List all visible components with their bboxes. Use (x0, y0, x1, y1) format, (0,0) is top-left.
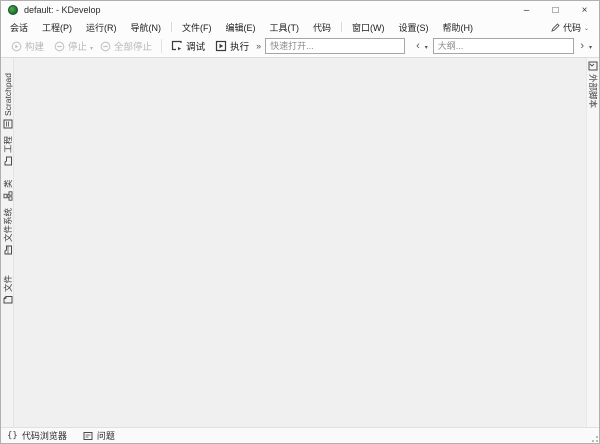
menu-code[interactable]: 代码 (306, 20, 338, 35)
menu-window[interactable]: 窗口(W) (345, 20, 392, 35)
scratchpad-icon (3, 119, 13, 129)
build-button[interactable]: 构建 (6, 37, 49, 55)
problems-icon (83, 431, 93, 441)
code-browser-toggle[interactable]: {} 代码浏览器 (7, 429, 67, 442)
menu-separator (341, 22, 342, 32)
sidebar-item-documents[interactable]: 文件 (1, 262, 14, 306)
menu-run[interactable]: 运行(R) (79, 20, 124, 35)
stop-all-button[interactable]: 全部停止 (95, 37, 157, 55)
workspace: Scratchpad 工程 类 (1, 57, 599, 429)
menu-navigation[interactable]: 导航(N) (124, 20, 169, 35)
toolbar-overflow-icon[interactable]: » (254, 41, 265, 51)
right-dock-bar: 外部脚本 (586, 58, 599, 429)
quick-open-input[interactable] (265, 38, 405, 54)
stop-all-label: 全部停止 (114, 39, 152, 53)
braces-icon: {} (7, 431, 18, 441)
code-tool-label: 代码 (563, 21, 581, 34)
resize-grip[interactable] (589, 433, 598, 442)
sidebar-item-label: 工程 (2, 136, 14, 153)
debug-icon (171, 40, 183, 52)
toolbar-separator (161, 39, 162, 53)
outline-back-button[interactable]: ‹ (413, 41, 423, 52)
outline-forward-caret-icon[interactable]: ▾ (587, 44, 594, 51)
stop-button[interactable]: 停止 (49, 37, 92, 55)
sidebar-item-label: 外部脚本 (588, 74, 600, 108)
menu-file[interactable]: 文件(F) (175, 20, 219, 35)
stop-icon (54, 41, 65, 52)
editor-area (14, 58, 586, 429)
menu-edit[interactable]: 编辑(E) (219, 20, 263, 35)
projects-icon (3, 156, 13, 166)
sidebar-item-scratchpad[interactable]: Scratchpad (1, 58, 14, 130)
kdevelop-logo-icon (8, 5, 18, 15)
sidebar-item-external-scripts[interactable]: 外部脚本 (587, 60, 600, 73)
sidebar-item-classes[interactable]: 类 (1, 174, 14, 202)
problems-toggle[interactable]: 问题 (83, 429, 115, 442)
build-icon (11, 41, 22, 52)
menu-tools[interactable]: 工具(T) (263, 20, 307, 35)
sidebar-item-projects[interactable]: 工程 (1, 134, 14, 167)
documents-icon (3, 295, 13, 305)
sidebar-item-label: 类 (2, 179, 14, 188)
menu-bar: 会话 工程(P) 运行(R) 导航(N) 文件(F) 编辑(E) 工具(T) 代… (1, 19, 599, 35)
menu-project[interactable]: 工程(P) (35, 20, 79, 35)
classes-icon (3, 191, 13, 201)
menu-help[interactable]: 帮助(H) (436, 20, 481, 35)
debug-label: 调试 (186, 39, 205, 53)
execute-button[interactable]: 执行 (210, 37, 254, 55)
window-title: default: - KDevelop (24, 5, 512, 15)
pencil-icon (551, 23, 560, 32)
window-controls: – □ × (512, 1, 599, 19)
sidebar-item-filesystem[interactable]: 文件系统 (1, 206, 14, 256)
code-tool-button[interactable]: 代码 ⌄ (551, 21, 597, 34)
problems-label: 问题 (97, 429, 115, 442)
sidebar-item-label: 文件系统 (2, 208, 14, 242)
debug-button[interactable]: 调试 (166, 37, 210, 55)
filesystem-icon (3, 245, 13, 255)
stop-all-icon (100, 41, 111, 52)
menu-settings[interactable]: 设置(S) (392, 20, 436, 35)
status-bar: {} 代码浏览器 问题 (1, 427, 599, 443)
build-label: 构建 (25, 39, 44, 53)
chevron-down-icon: ⌄ (584, 25, 589, 32)
outline-input[interactable] (433, 38, 575, 54)
sidebar-item-label: 文件 (2, 275, 14, 292)
title-bar: default: - KDevelop – □ × (1, 1, 599, 19)
menu-separator (171, 22, 172, 32)
maximize-button[interactable]: □ (541, 1, 570, 19)
close-button[interactable]: × (570, 1, 599, 19)
stop-dropdown-caret-icon[interactable]: ▾ (90, 45, 93, 52)
code-browser-label: 代码浏览器 (22, 429, 67, 442)
left-dock-bar: Scratchpad 工程 类 (1, 58, 14, 429)
outline-forward-button[interactable]: › (577, 41, 587, 52)
execute-icon (215, 40, 227, 52)
menu-session[interactable]: 会话 (3, 20, 35, 35)
stop-label: 停止 (68, 39, 87, 53)
execute-label: 执行 (230, 39, 249, 53)
outline-back-caret-icon[interactable]: ▾ (423, 44, 430, 51)
external-scripts-icon (589, 61, 599, 71)
minimize-button[interactable]: – (512, 1, 541, 19)
sidebar-item-label: Scratchpad (3, 73, 13, 116)
main-toolbar: 构建 停止 ▾ 全部停止 调试 执行 » (1, 35, 599, 57)
kdevelop-window: default: - KDevelop – □ × 会话 工程(P) 运行(R)… (0, 0, 600, 444)
